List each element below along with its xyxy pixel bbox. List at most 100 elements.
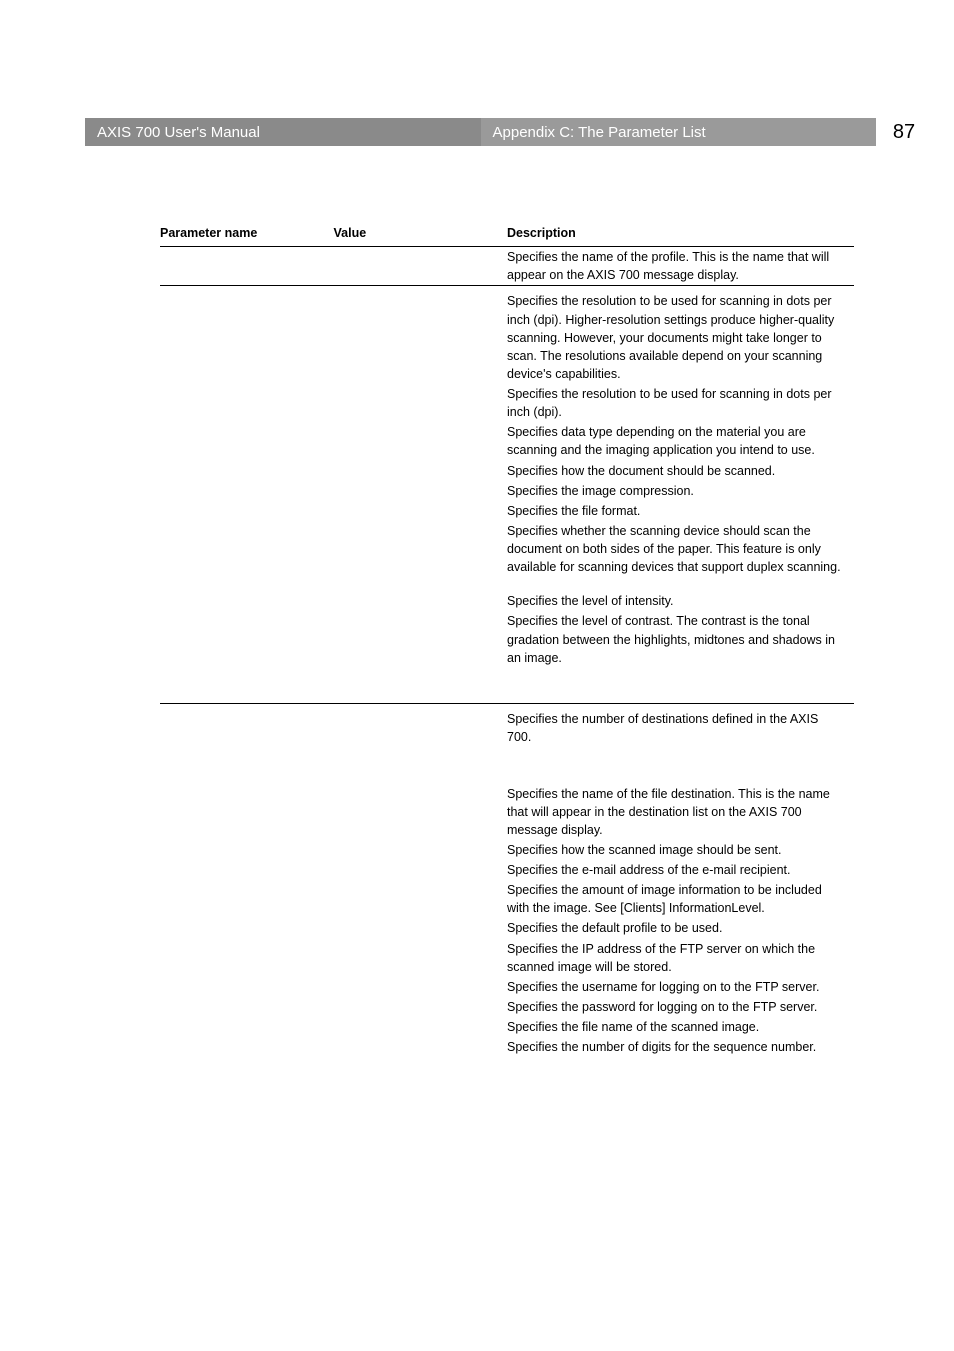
cell-parameter xyxy=(160,704,334,748)
table-row: Specifies the file name of the scanned i… xyxy=(160,1017,854,1037)
cell-value xyxy=(334,939,508,977)
cell-description: Specifies the image compression. xyxy=(507,481,854,501)
table-row: Specifies the resolution to be used for … xyxy=(160,384,854,422)
cell-value xyxy=(334,1017,508,1037)
table-row: Specifies the file format. xyxy=(160,501,854,521)
spacer-cell xyxy=(160,748,854,784)
cell-description: Specifies the password for logging on to… xyxy=(507,997,854,1017)
cell-description: Specifies how the scanned image should b… xyxy=(507,840,854,860)
cell-parameter xyxy=(160,286,334,384)
cell-description: Specifies the IP address of the FTP serv… xyxy=(507,939,854,977)
spacer-cell xyxy=(160,668,854,704)
cell-value xyxy=(334,286,508,384)
cell-description: Specifies the number of destinations def… xyxy=(507,704,854,748)
cell-description: Specifies how the document should be sca… xyxy=(507,461,854,481)
table-row: Specifies the e-mail address of the e-ma… xyxy=(160,860,854,880)
cell-parameter xyxy=(160,591,334,611)
cell-parameter xyxy=(160,501,334,521)
cell-value xyxy=(334,704,508,748)
table-row: Specifies the number of digits for the s… xyxy=(160,1037,854,1057)
cell-description: Specifies the amount of image informatio… xyxy=(507,880,854,918)
cell-value xyxy=(334,977,508,997)
cell-parameter xyxy=(160,521,334,577)
cell-value xyxy=(334,1037,508,1057)
table-row: Specifies the level of contrast. The con… xyxy=(160,611,854,667)
cell-value xyxy=(334,784,508,840)
table-row: Specifies the number of destinations def… xyxy=(160,704,854,748)
cell-value xyxy=(334,611,508,667)
cell-value xyxy=(334,860,508,880)
cell-value xyxy=(334,840,508,860)
cell-description: Specifies the name of the profile. This … xyxy=(507,247,854,286)
col-header-value: Value xyxy=(334,220,508,247)
table-row: Specifies the username for logging on to… xyxy=(160,977,854,997)
table-row xyxy=(160,748,854,784)
cell-parameter xyxy=(160,880,334,918)
cell-value xyxy=(334,501,508,521)
cell-description: Specifies the name of the file destinati… xyxy=(507,784,854,840)
cell-parameter xyxy=(160,481,334,501)
table-body: Specifies the name of the profile. This … xyxy=(160,247,854,1058)
table-row: Specifies the password for logging on to… xyxy=(160,997,854,1017)
table-header-row: Parameter name Value Description xyxy=(160,220,854,247)
cell-description: Specifies the default profile to be used… xyxy=(507,918,854,938)
cell-description: Specifies the e-mail address of the e-ma… xyxy=(507,860,854,880)
table-row: Specifies the name of the file destinati… xyxy=(160,784,854,840)
cell-value xyxy=(334,247,508,286)
page-number: 87 xyxy=(876,118,932,146)
cell-parameter xyxy=(160,840,334,860)
content-area: Parameter name Value Description Specifi… xyxy=(160,220,854,1057)
cell-parameter xyxy=(160,860,334,880)
cell-value xyxy=(334,918,508,938)
cell-value xyxy=(334,422,508,460)
cell-description: Specifies the username for logging on to… xyxy=(507,977,854,997)
table-row: Specifies the level of intensity. xyxy=(160,591,854,611)
cell-value xyxy=(334,461,508,481)
cell-parameter xyxy=(160,784,334,840)
table-row: Specifies the IP address of the FTP serv… xyxy=(160,939,854,977)
header-bar: AXIS 700 User's Manual Appendix C: The P… xyxy=(85,118,932,146)
cell-description: Specifies the file format. xyxy=(507,501,854,521)
table-row: Specifies the name of the profile. This … xyxy=(160,247,854,286)
cell-value xyxy=(334,880,508,918)
table-row: Specifies whether the scanning device sh… xyxy=(160,521,854,577)
cell-parameter xyxy=(160,384,334,422)
cell-description: Specifies the file name of the scanned i… xyxy=(507,1017,854,1037)
spacer-cell xyxy=(160,577,854,591)
table-row: Specifies data type depending on the mat… xyxy=(160,422,854,460)
cell-parameter xyxy=(160,1017,334,1037)
table-row: Specifies how the document should be sca… xyxy=(160,461,854,481)
cell-description: Specifies data type depending on the mat… xyxy=(507,422,854,460)
cell-description: Specifies the resolution to be used for … xyxy=(507,286,854,384)
cell-parameter xyxy=(160,918,334,938)
col-header-parameter: Parameter name xyxy=(160,220,334,247)
cell-parameter xyxy=(160,422,334,460)
cell-value xyxy=(334,997,508,1017)
parameter-table: Parameter name Value Description Specifi… xyxy=(160,220,854,1057)
cell-value xyxy=(334,521,508,577)
cell-description: Specifies the level of contrast. The con… xyxy=(507,611,854,667)
appendix-title: Appendix C: The Parameter List xyxy=(481,118,877,146)
cell-description: Specifies the resolution to be used for … xyxy=(507,384,854,422)
cell-parameter xyxy=(160,997,334,1017)
cell-description: Specifies whether the scanning device sh… xyxy=(507,521,854,577)
cell-parameter xyxy=(160,1037,334,1057)
cell-value xyxy=(334,384,508,422)
cell-description: Specifies the number of digits for the s… xyxy=(507,1037,854,1057)
cell-value xyxy=(334,591,508,611)
table-row: Specifies the image compression. xyxy=(160,481,854,501)
table-row xyxy=(160,668,854,704)
table-row: Specifies how the scanned image should b… xyxy=(160,840,854,860)
cell-parameter xyxy=(160,461,334,481)
table-row: Specifies the default profile to be used… xyxy=(160,918,854,938)
cell-parameter xyxy=(160,611,334,667)
cell-parameter xyxy=(160,977,334,997)
table-row: Specifies the amount of image informatio… xyxy=(160,880,854,918)
cell-value xyxy=(334,481,508,501)
cell-parameter xyxy=(160,939,334,977)
cell-parameter xyxy=(160,247,334,286)
table-row xyxy=(160,577,854,591)
cell-description: Specifies the level of intensity. xyxy=(507,591,854,611)
col-header-description: Description xyxy=(507,220,854,247)
table-row: Specifies the resolution to be used for … xyxy=(160,286,854,384)
